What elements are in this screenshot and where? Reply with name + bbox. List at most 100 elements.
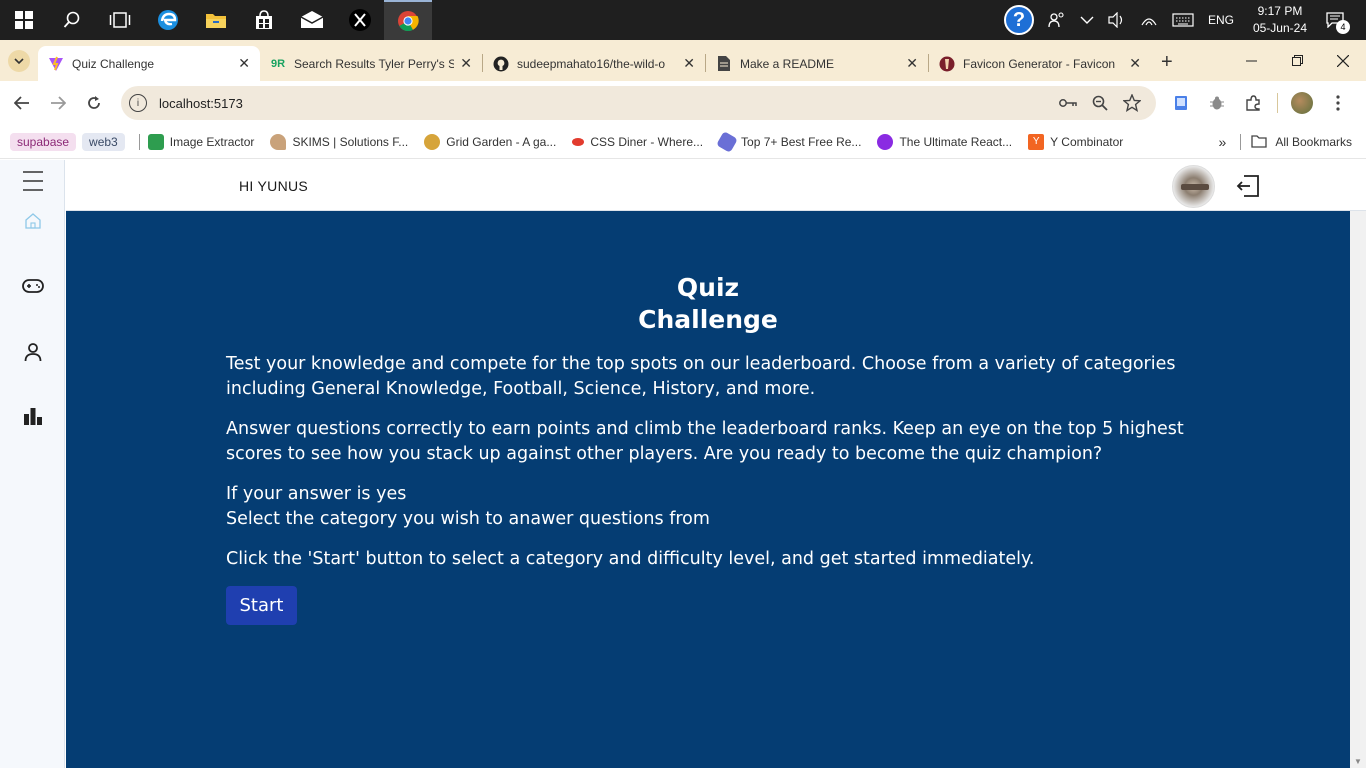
css-diner-icon (572, 137, 585, 146)
tab-title: Favicon Generator - Favicon (963, 56, 1116, 71)
grid-garden-icon (424, 133, 441, 150)
notification-icon[interactable]: 4 (1326, 12, 1350, 34)
top-bar: HI YUNUS (66, 160, 1366, 211)
new-tab-button[interactable]: + (1161, 51, 1173, 74)
more-bookmarks-icon[interactable]: » (1219, 134, 1227, 150)
vite-icon (48, 56, 64, 72)
windows-taskbar: ? ENG 9:17 PM 05-Jun-24 4 (0, 0, 1366, 40)
folder-icon (1251, 135, 1267, 148)
browser-toolbar: i localhost:5173 (0, 81, 1366, 125)
windows-start-icon[interactable] (0, 0, 48, 40)
tab-search-results[interactable]: 9R Search Results Tyler Perry's S ✕ (260, 46, 482, 81)
bookmark-label: CSS Diner - Where... (590, 134, 704, 149)
tab-search-button[interactable] (8, 50, 30, 72)
people-icon[interactable] (1048, 12, 1066, 28)
password-key-icon[interactable] (1052, 98, 1084, 108)
keyboard-icon[interactable] (1172, 13, 1194, 27)
wifi-icon[interactable] (1140, 13, 1158, 27)
leaderboard-icon[interactable] (0, 408, 65, 425)
notification-count: 4 (1336, 20, 1350, 34)
restore-icon[interactable] (1274, 40, 1320, 81)
close-icon[interactable]: ✕ (906, 55, 918, 72)
tab-favicon-generator[interactable]: Favicon Generator - Favicon ✕ (929, 46, 1151, 81)
close-window-icon[interactable] (1320, 40, 1366, 81)
edge-icon[interactable] (144, 0, 192, 40)
bookmarks-bar: supabase web3 Image Extractor SKIMS | So… (0, 125, 1366, 159)
puzzle-icon[interactable] (1235, 85, 1271, 121)
bookmark-label: Y Combinator (1050, 134, 1124, 149)
greeting-text: HI YUNUS (239, 178, 309, 194)
intro-paragraph-3-line-1: If your answer is yes (226, 484, 407, 504)
document-icon (716, 56, 732, 72)
address-bar[interactable]: i localhost:5173 (121, 86, 1156, 120)
user-icon[interactable] (0, 342, 65, 362)
chevron-up-icon[interactable] (1080, 15, 1094, 25)
hexagon-icon (716, 130, 738, 153)
file-explorer-icon[interactable] (192, 0, 240, 40)
page-title: Quiz Challenge (66, 272, 1350, 336)
bookmark-css-diner[interactable]: CSS Diner - Where... (572, 135, 703, 149)
user-avatar[interactable] (1172, 165, 1215, 208)
bookmark-grid-garden[interactable]: Grid Garden - A ga... (424, 133, 556, 150)
close-icon[interactable]: ✕ (460, 55, 472, 72)
image-extractor-icon (147, 133, 164, 150)
close-icon[interactable]: ✕ (238, 55, 250, 72)
minimize-icon[interactable] (1228, 40, 1274, 81)
url-text[interactable]: localhost:5173 (159, 96, 1052, 111)
intro-paragraph-1: Test your knowledge and compete for the … (226, 354, 1176, 399)
bug-extension-icon[interactable] (1199, 85, 1235, 121)
back-icon[interactable] (4, 85, 40, 121)
volume-icon[interactable] (1108, 12, 1126, 28)
bookmark-star-icon[interactable] (1116, 94, 1148, 112)
system-tray: ? ENG 9:17 PM 05-Jun-24 4 (997, 0, 1366, 40)
chrome-icon[interactable] (384, 0, 432, 40)
help-icon[interactable]: ? (1003, 5, 1034, 35)
x-app-icon[interactable] (336, 0, 384, 40)
reload-icon[interactable] (76, 85, 112, 121)
menu-icon[interactable] (0, 170, 65, 192)
bookmark-label: The Ultimate React... (899, 134, 1013, 149)
home-icon[interactable] (0, 212, 65, 230)
gamepad-icon[interactable] (0, 279, 65, 293)
bookmark-label: Top 7+ Best Free Re... (741, 134, 862, 149)
bookmark-supabase[interactable]: supabase (10, 132, 77, 151)
scroll-down-icon[interactable]: ▼ (1354, 757, 1362, 766)
tab-github[interactable]: sudeepmahato16/the-wild-o ✕ (483, 46, 705, 81)
kebab-menu-icon[interactable] (1320, 85, 1356, 121)
close-icon[interactable]: ✕ (1129, 55, 1141, 72)
ultimate-react-icon (877, 133, 894, 150)
sidebar (0, 160, 65, 768)
forward-icon[interactable] (40, 85, 76, 121)
search-icon[interactable] (48, 0, 96, 40)
scrollbar[interactable]: ▼ (1350, 211, 1366, 768)
all-bookmarks-label: All Bookmarks (1275, 134, 1352, 149)
clock[interactable]: 9:17 PM 05-Jun-24 (1253, 3, 1307, 37)
bookmark-separator (1240, 133, 1242, 150)
bookmark-top-7[interactable]: Top 7+ Best Free Re... (716, 130, 862, 153)
tab-make-readme[interactable]: Make a README ✕ (706, 46, 928, 81)
extension-icon[interactable] (1163, 85, 1199, 121)
logout-icon[interactable] (1236, 174, 1260, 203)
bookmark-image-extractor[interactable]: Image Extractor (147, 133, 254, 150)
store-icon[interactable] (240, 0, 288, 40)
bookmark-web3[interactable]: web3 (82, 132, 125, 151)
tab-title: Make a README (740, 56, 835, 71)
y-combinator-icon: Y (1028, 133, 1045, 150)
bookmark-ultimate-react[interactable]: The Ultimate React... (877, 133, 1013, 150)
tab-quiz-challenge[interactable]: Quiz Challenge ✕ (38, 46, 260, 81)
language-indicator[interactable]: ENG (1208, 13, 1234, 27)
window-controls (1228, 40, 1366, 81)
site-info-icon[interactable]: i (129, 94, 147, 112)
mail-icon[interactable] (288, 0, 336, 40)
profile-avatar[interactable] (1284, 85, 1320, 121)
close-icon[interactable]: ✕ (683, 55, 695, 72)
start-button[interactable]: Start (226, 586, 297, 625)
bookmark-skims[interactable]: SKIMS | Solutions F... (270, 133, 408, 150)
title-line-1: Quiz (676, 273, 740, 302)
zoom-icon[interactable] (1084, 95, 1116, 111)
intro-paragraph-3: If your answer is yes Select the categor… (226, 482, 1206, 532)
all-bookmarks[interactable]: All Bookmarks (1251, 135, 1352, 149)
tab-strip: Quiz Challenge ✕ 9R Search Results Tyler… (0, 40, 1366, 81)
bookmark-y-combinator[interactable]: Y Y Combinator (1028, 133, 1124, 150)
task-view-icon[interactable] (96, 0, 144, 40)
